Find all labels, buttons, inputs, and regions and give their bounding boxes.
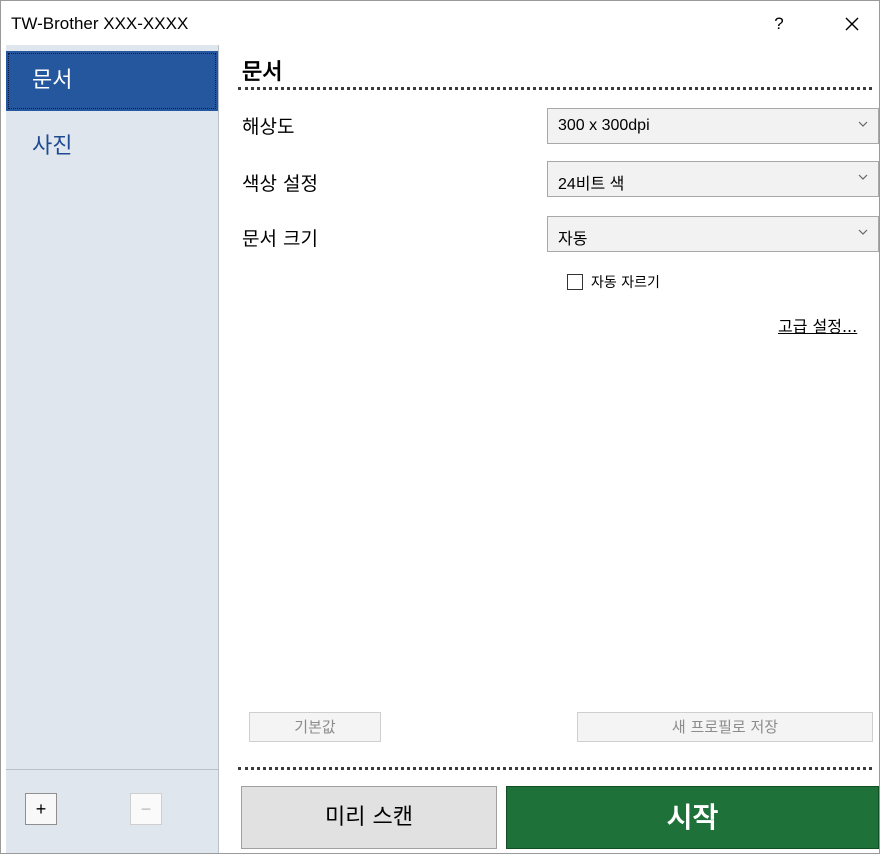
color-setting-select[interactable]: 24비트 색 <box>547 161 879 197</box>
prescan-button[interactable]: 미리 스캔 <box>241 786 497 849</box>
auto-crop-label: 자동 자르기 <box>591 275 660 291</box>
color-setting-label: 색상 설정 <box>242 173 318 195</box>
document-size-value: 자동 <box>558 231 588 248</box>
close-button[interactable] <box>835 11 869 37</box>
help-button[interactable]: ? <box>764 11 794 37</box>
add-profile-button[interactable]: + <box>25 793 57 825</box>
chevron-down-icon <box>858 121 868 127</box>
sidebar-item-document[interactable]: 문서 <box>6 51 218 111</box>
start-button[interactable]: 시작 <box>506 786 879 849</box>
bottom-divider <box>238 767 872 770</box>
document-size-select[interactable]: 자동 <box>547 216 879 252</box>
auto-crop-checkbox[interactable] <box>567 274 583 290</box>
title-bar: TW-Brother XXX-XXXX ? <box>1 1 879 45</box>
sidebar-item-photo[interactable]: 사진 <box>6 117 218 177</box>
color-setting-value: 24비트 색 <box>558 176 625 193</box>
save-profile-button[interactable]: 새 프로필로 저장 <box>577 712 873 742</box>
chevron-down-icon <box>858 229 868 235</box>
remove-profile-button[interactable]: − <box>130 793 162 825</box>
close-icon <box>845 17 859 31</box>
scan-dialog: TW-Brother XXX-XXXX ? 문서 사진 + − 문서 해상도 3… <box>0 0 880 854</box>
resolution-label: 해상도 <box>242 116 295 138</box>
window-title: TW-Brother XXX-XXXX <box>11 14 189 33</box>
page-title: 문서 <box>242 60 283 85</box>
resolution-value: 300 x 300dpi <box>558 117 650 134</box>
chevron-down-icon <box>858 174 868 180</box>
sidebar-divider <box>6 769 218 770</box>
resolution-select[interactable]: 300 x 300dpi <box>547 108 879 144</box>
document-size-label: 문서 크기 <box>242 228 318 250</box>
default-button[interactable]: 기본값 <box>249 712 381 742</box>
sidebar: 문서 사진 + − <box>6 45 219 853</box>
title-divider <box>238 87 872 90</box>
advanced-settings-link[interactable]: 고급 설정... <box>778 313 857 337</box>
